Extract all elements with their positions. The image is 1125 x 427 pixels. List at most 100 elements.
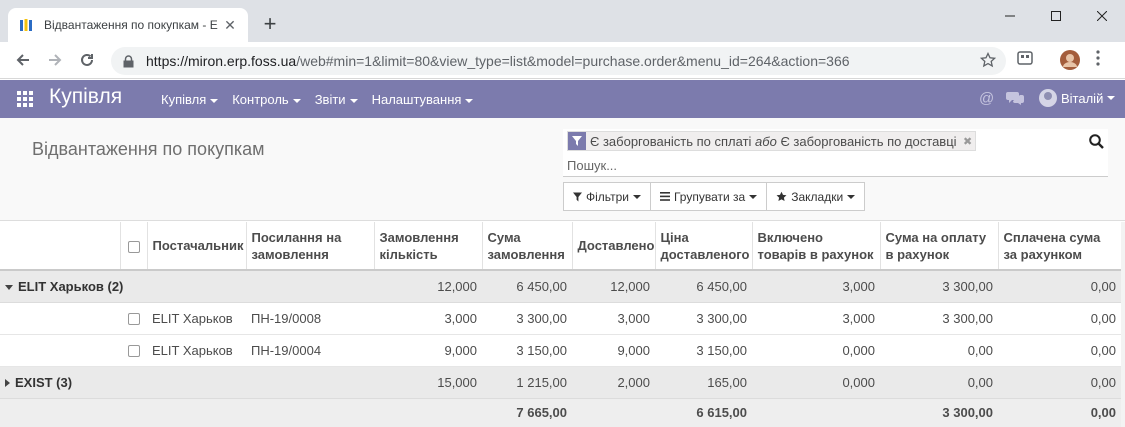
facet-label: Є заборгованість по сплаті або Є заборго… <box>586 134 961 149</box>
browser-tabstrip: Відвантаження по покупкам - E ✕ + <box>0 0 1125 42</box>
group-label: EXIST (3) <box>15 374 73 390</box>
menu-settings[interactable]: Налаштування <box>372 92 474 107</box>
foot-empty <box>374 397 482 427</box>
new-tab-icon[interactable]: + <box>258 12 282 36</box>
header-order-amount[interactable]: Сума замовлення <box>481 222 572 271</box>
search-icon[interactable] <box>1089 134 1104 152</box>
cell: 3 300,00 <box>880 302 998 335</box>
app-title[interactable]: Купівля <box>49 85 122 109</box>
row-select-cell[interactable] <box>120 334 147 367</box>
search-view: Є заборгованість по сплаті або Є заборго… <box>563 129 1108 177</box>
scrollbar-track[interactable] <box>1121 222 1125 427</box>
group-label-cell[interactable]: EXIST (3) <box>0 366 374 399</box>
filters-button[interactable]: Фільтри <box>563 182 651 211</box>
group-cell: 0,00 <box>880 366 998 399</box>
window-close-icon[interactable] <box>1079 0 1125 32</box>
group-row-exist[interactable]: EXIST (3) 15,000 1 215,00 2,000 165,00 0… <box>0 366 1121 399</box>
mention-icon[interactable]: @ <box>979 90 994 107</box>
header-order-qty[interactable]: Замовлення кількість <box>373 222 482 271</box>
menu-control[interactable]: Контроль <box>232 92 301 107</box>
groupby-button[interactable]: Групувати за <box>649 182 768 211</box>
foot-empty <box>752 397 880 427</box>
group-cell: 15,000 <box>374 366 482 399</box>
table-row[interactable]: ELIT Харьков ПН-19/0008 3,000 3 300,00 3… <box>0 302 1121 335</box>
select-all-checkbox[interactable] <box>127 240 140 253</box>
forward-arrow-icon[interactable] <box>43 48 67 72</box>
facet-part2: Є заборгованість по доставці <box>776 133 957 149</box>
foot-empty <box>246 397 374 427</box>
group-row-elit[interactable]: ELIT Харьков (2) 12,000 6 450,00 12,000 … <box>0 270 1121 303</box>
row-checkbox[interactable] <box>127 345 140 358</box>
list-view: Постачальник Посилання на замовлення Зам… <box>0 222 1125 427</box>
user-name: Віталій <box>1061 90 1104 106</box>
url-host: https://miron.erp.foss.ua <box>146 53 297 69</box>
cell-vendor: ELIT Харьков <box>147 302 246 335</box>
menu-control-label: Контроль <box>232 92 289 107</box>
address-bar[interactable]: https://miron.erp.foss.ua/web#min=1&limi… <box>111 47 1006 75</box>
browser-tab[interactable]: Відвантаження по покупкам - E ✕ <box>8 8 248 42</box>
cell: 3 300,00 <box>482 302 572 335</box>
window-maximize-icon[interactable] <box>1033 0 1079 32</box>
purchase-table: Постачальник Посилання на замовлення Зам… <box>0 222 1121 427</box>
menu-purchase-label: Купівля <box>161 92 207 107</box>
total-delivered-price: 6 615,00 <box>655 397 752 427</box>
group-cell: 6 450,00 <box>655 270 752 303</box>
header-invoiced-qty[interactable]: Включено товарів в рахунок <box>751 222 880 271</box>
group-cell: 165,00 <box>655 366 752 399</box>
header-delivered[interactable]: Доставлено <box>571 222 655 271</box>
search-options: Фільтри Групувати за Закладки <box>563 182 866 211</box>
group-cell: 3 300,00 <box>880 270 998 303</box>
total-invoice-amount: 3 300,00 <box>880 397 998 427</box>
chevron-down-icon <box>210 98 219 103</box>
table-row[interactable]: ELIT Харьков ПН-19/0004 9,000 3 150,00 9… <box>0 334 1121 367</box>
cell: 0,00 <box>998 302 1121 335</box>
app-menu: Купівля Контроль Звіти Налаштування <box>161 92 487 107</box>
header-paid-amount[interactable]: Сплачена сума за рахунком <box>997 222 1121 271</box>
menu-purchase[interactable]: Купівля <box>161 92 219 107</box>
header-invoice-amount[interactable]: Сума на оплату в рахунок <box>879 222 998 271</box>
search-input[interactable] <box>567 156 1067 174</box>
foot-empty <box>572 397 655 427</box>
chevron-down-icon <box>632 194 641 199</box>
back-arrow-icon[interactable] <box>11 48 35 72</box>
reload-icon[interactable] <box>75 48 99 72</box>
foot-empty <box>147 397 246 427</box>
cell: 9,000 <box>374 334 482 367</box>
apps-grid-icon[interactable] <box>17 91 33 107</box>
tab-close-icon[interactable]: ✕ <box>222 17 238 34</box>
favorites-button[interactable]: Закладки <box>766 182 866 211</box>
filter-facet: Є заборгованість по сплаті або Є заборго… <box>567 131 976 151</box>
menu-reports[interactable]: Звіти <box>315 92 358 107</box>
app-navbar: Купівля Купівля Контроль Звіти Налаштува… <box>0 80 1125 118</box>
header-spacer <box>0 222 120 271</box>
caret-right-icon <box>5 379 10 388</box>
header-delivered-price[interactable]: Ціна доставленого <box>654 222 752 271</box>
row-checkbox[interactable] <box>127 313 140 326</box>
facet-remove-icon[interactable]: ✖ <box>961 135 975 148</box>
group-cell: 6 450,00 <box>482 270 572 303</box>
site-favicon-icon <box>18 17 34 33</box>
browser-menu-icon[interactable] <box>1096 50 1100 66</box>
table-header-row: Постачальник Посилання на замовлення Зам… <box>0 222 1121 271</box>
cell: 3 150,00 <box>655 334 752 367</box>
foot-empty <box>0 397 120 427</box>
bookmark-star-icon[interactable] <box>979 51 997 71</box>
user-menu[interactable]: Віталій <box>1039 89 1116 107</box>
chat-icon[interactable] <box>1006 90 1024 109</box>
row-select-cell[interactable] <box>120 302 147 335</box>
cell: 0,00 <box>998 334 1121 367</box>
header-order-ref[interactable]: Посилання на замовлення <box>245 222 374 271</box>
menu-reports-label: Звіти <box>314 92 346 107</box>
facet-or: або <box>755 133 777 149</box>
caret-down-icon <box>5 284 13 290</box>
browser-toolbar: https://miron.erp.foss.ua/web#min=1&limi… <box>0 42 1125 79</box>
totals-row: 7 665,00 6 615,00 3 300,00 0,00 <box>0 397 1121 427</box>
profile-avatar-icon[interactable] <box>1059 49 1081 71</box>
group-cell: 12,000 <box>374 270 482 303</box>
window-minimize-icon[interactable] <box>987 0 1033 32</box>
group-cell: 0,00 <box>998 270 1121 303</box>
select-all-cell[interactable] <box>119 222 147 271</box>
group-label-cell[interactable]: ELIT Харьков (2) <box>0 270 374 303</box>
header-vendor[interactable]: Постачальник <box>146 222 246 271</box>
extension-icon[interactable] <box>1017 50 1033 66</box>
